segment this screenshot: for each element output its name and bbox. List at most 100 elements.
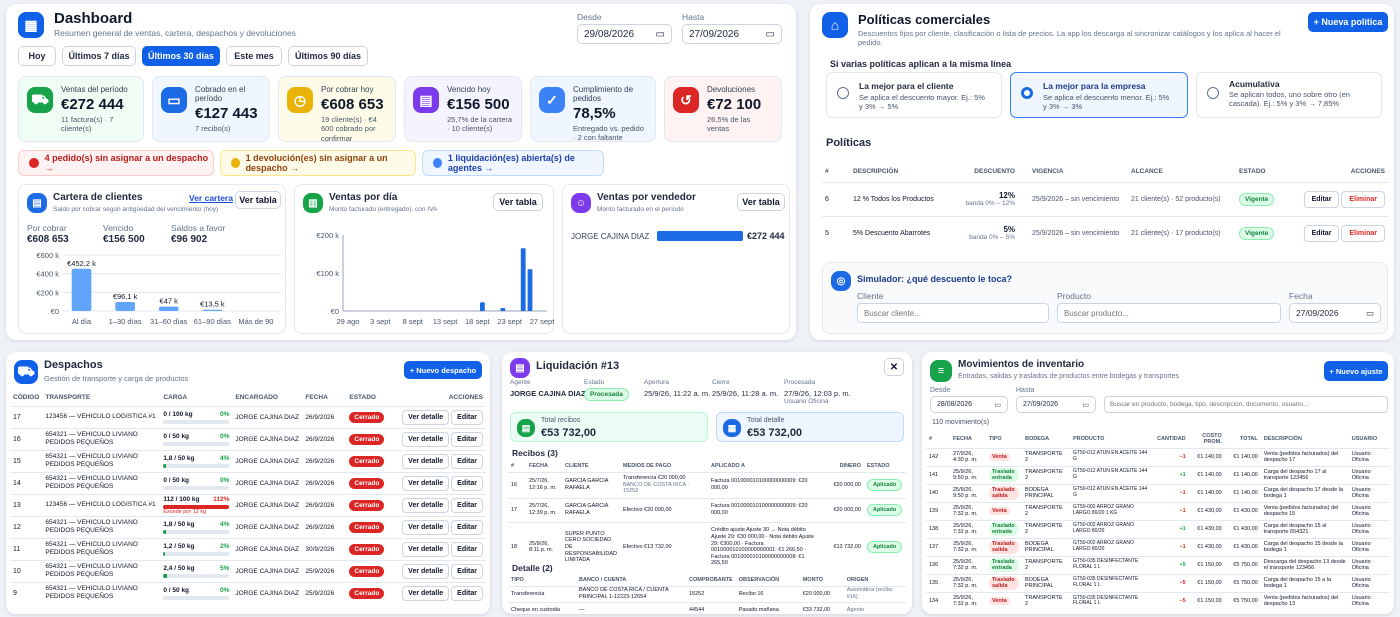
table-row: 136 25/9/26, 7:32 p. m. Traslado entrada TR… bbox=[926, 556, 1390, 574]
table-row: 13 123456 — VEHICULO LOGISTICA #1 112 / 10… bbox=[10, 494, 486, 516]
clock-icon: ◷ bbox=[287, 87, 313, 113]
inventario-search-input[interactable] bbox=[1104, 396, 1388, 413]
close-icon[interactable]: ✕ bbox=[884, 358, 904, 376]
kpi-cumplimiento[interactable]: ✓ Cumplimiento de pedidos 78,5% Entregad… bbox=[530, 76, 656, 142]
ver-detalle-button[interactable]: Ver detalle bbox=[402, 519, 450, 535]
vendedor-bar bbox=[657, 231, 743, 241]
ver-detalle-button[interactable]: Ver detalle bbox=[402, 563, 450, 579]
edit-button[interactable]: Editar bbox=[451, 541, 483, 557]
option-mejor-empresa[interactable]: La mejor para la empresa Se aplica el de… bbox=[1010, 72, 1188, 118]
cartera-title: Cartera de clientes bbox=[53, 192, 143, 203]
alert-pedidos[interactable]: 4 pedido(s) sin asignar a un despacho → bbox=[18, 150, 214, 176]
recibos-title: Recibos (3) bbox=[512, 448, 558, 458]
edit-button[interactable]: Editar bbox=[451, 563, 483, 579]
edit-button[interactable]: Editar bbox=[451, 519, 483, 535]
dashboard-title: Dashboard bbox=[54, 10, 133, 27]
ver-detalle-button[interactable]: Ver detalle bbox=[402, 497, 450, 513]
delete-button[interactable]: Eliminar bbox=[1341, 190, 1385, 208]
politicas-list-title: Políticas bbox=[826, 137, 872, 149]
y-tick-label: €0 bbox=[331, 307, 339, 316]
cartera-ver-tabla-button[interactable]: Ver tabla bbox=[235, 191, 281, 209]
option-mejor-cliente[interactable]: La mejor para el cliente Se aplica el de… bbox=[826, 72, 1002, 118]
edit-button[interactable]: Editar bbox=[451, 453, 483, 469]
table-row: 137 25/9/26, 7:32 p. m. Traslado salida BOD… bbox=[926, 538, 1390, 556]
edit-button[interactable]: Editar bbox=[1303, 224, 1340, 242]
meta-value: 25/9/26, 11:28 a. m. bbox=[712, 389, 779, 398]
edit-button[interactable]: Editar bbox=[451, 475, 483, 491]
ventas-dia-title: Ventas por día bbox=[329, 192, 398, 203]
status-badge: Aplicado bbox=[866, 504, 903, 516]
money-icon: ▤ bbox=[517, 419, 535, 437]
cliente-search-input[interactable] bbox=[857, 303, 1049, 323]
politicas-panel: ⌂ Políticas comerciales Descuentos fijos… bbox=[810, 4, 1394, 340]
movement-type-badge: Traslado salida bbox=[989, 575, 1019, 591]
x-tick-label: 13 sept bbox=[433, 317, 459, 326]
y-tick-label: €400 k bbox=[36, 270, 59, 279]
option-acumulativa[interactable]: Acumulativa Se aplican todos, uno sobre … bbox=[1196, 72, 1382, 118]
politicas-subtitle: Descuentos fijos por cliente, clasificac… bbox=[858, 29, 1281, 47]
ver-detalle-button[interactable]: Ver detalle bbox=[402, 475, 450, 491]
kpi-por-cobrar[interactable]: ◷ Por cobrar hoy €608 653 19 cliente(s) … bbox=[278, 76, 396, 143]
ver-detalle-button[interactable]: Ver detalle bbox=[402, 541, 450, 557]
edit-button[interactable]: Editar bbox=[451, 497, 483, 513]
cartera-widget: ▤ Cartera de clientes Ver cartera Ver ta… bbox=[18, 184, 286, 334]
hasta-date-input[interactable]: 27/09/2026 ▭ bbox=[682, 24, 782, 44]
range-7-dias[interactable]: Últimos 7 días bbox=[62, 46, 136, 66]
delete-button[interactable]: Eliminar bbox=[1341, 224, 1385, 242]
x-tick-label: 27 sept bbox=[530, 317, 555, 326]
range-90-dias[interactable]: Últimos 90 días bbox=[288, 46, 368, 66]
nueva-politica-button[interactable]: + Nueva política bbox=[1308, 12, 1388, 32]
liquidacion-panel: ▤ Liquidación #13 ✕ Agente JORGE CAJINA D… bbox=[502, 352, 912, 614]
edit-button[interactable]: Editar bbox=[451, 409, 483, 425]
kpi-devoluciones[interactable]: ↺ Devoluciones €72 100 26,5% de las vent… bbox=[664, 76, 782, 142]
range-30-dias[interactable]: Últimos 30 días bbox=[142, 46, 220, 66]
simulador-box: ◎ Simulador: ¿qué descuento le toca? Cli… bbox=[822, 262, 1388, 334]
desde-date-input[interactable]: 29/08/2026 ▭ bbox=[577, 24, 672, 44]
kpi-cobrado[interactable]: ▭ Cobrado en el período €127 443 7 recib… bbox=[152, 76, 270, 142]
check-icon: ✓ bbox=[539, 87, 565, 113]
desde-label: Desde bbox=[577, 12, 602, 22]
edit-button[interactable]: Editar bbox=[451, 585, 483, 601]
inv-hasta-date-input[interactable]: 27/09/2026 ▭ bbox=[1016, 396, 1096, 413]
x-tick-label: Más de 90 bbox=[238, 317, 273, 326]
ventas-dia-ver-tabla-button[interactable]: Ver tabla bbox=[493, 193, 543, 211]
status-badge: Aplicado bbox=[866, 479, 903, 491]
meta-label: Procesada bbox=[784, 379, 816, 386]
ver-detalle-button[interactable]: Ver detalle bbox=[402, 409, 450, 425]
status-badge: Vigente bbox=[1239, 226, 1275, 240]
data-label: €13,5 k bbox=[200, 300, 225, 309]
table-row: 15 654321 — VEHICULO LIVIANO PEDIDOS PEQU… bbox=[10, 450, 486, 472]
ver-detalle-button[interactable]: Ver detalle bbox=[402, 431, 450, 447]
producto-search-input[interactable] bbox=[1057, 303, 1281, 323]
range-hoy[interactable]: Hoy bbox=[18, 46, 56, 66]
kpi-vencido[interactable]: ▤ Vencido hoy €156 500 25,7% de la carte… bbox=[404, 76, 522, 142]
edit-button[interactable]: Editar bbox=[1303, 190, 1340, 208]
nuevo-ajuste-button[interactable]: + Nuevo ajuste bbox=[1324, 361, 1388, 381]
table-row: 135 25/9/26, 7:32 p. m. Traslado salida BOD… bbox=[926, 574, 1390, 592]
vendedor-ver-tabla-button[interactable]: Ver tabla bbox=[737, 193, 785, 211]
card-icon: ▭ bbox=[161, 87, 187, 113]
ver-detalle-button[interactable]: Ver detalle bbox=[402, 585, 450, 601]
recibos-table: # FECHA CLIENTE MEDIOS DE PAGO APLICADO … bbox=[508, 460, 906, 572]
inv-desde-date-input[interactable]: 28/08/2026 ▭ bbox=[930, 396, 1008, 413]
vendedor-value: €272 444 bbox=[747, 231, 785, 241]
movement-type-badge: Traslado salida bbox=[989, 485, 1019, 501]
x-tick-label: 3 sept bbox=[370, 317, 391, 326]
fecha-date-input[interactable]: 27/09/2026 ▭ bbox=[1289, 303, 1381, 323]
movement-type-badge: Venta bbox=[989, 597, 1010, 606]
edit-button[interactable]: Editar bbox=[451, 431, 483, 447]
alert-liquidaciones[interactable]: 1 liquidación(es) abierta(s) de agentes … bbox=[422, 150, 604, 176]
politica-row: 6 12 % Todos los Productos 12% banda 0% –… bbox=[822, 182, 1388, 216]
range-este-mes[interactable]: Este mes bbox=[226, 46, 282, 66]
status-badge: Cerrado bbox=[349, 499, 385, 511]
table-row: 17 25/7/26, 12:39 p. m. GARCIA GARCIA RAFA… bbox=[508, 498, 906, 522]
ver-detalle-button[interactable]: Ver detalle bbox=[402, 453, 450, 469]
cartera-link[interactable]: Ver cartera bbox=[189, 193, 233, 203]
meta-label: Cierre bbox=[712, 379, 730, 386]
nuevo-despacho-button[interactable]: + Nuevo despacho bbox=[404, 361, 482, 379]
alert-devoluciones[interactable]: 1 devolución(es) sin asignar a un despac… bbox=[220, 150, 416, 176]
aging-bar bbox=[115, 302, 135, 311]
table-row: 11 654321 — VEHICULO LIVIANO PEDIDOS PEQU… bbox=[10, 538, 486, 560]
kpi-ventas[interactable]: ⛟ Ventas del período €272 444 11 factura… bbox=[18, 76, 144, 142]
movement-type-badge: Traslado entrada bbox=[989, 557, 1019, 573]
